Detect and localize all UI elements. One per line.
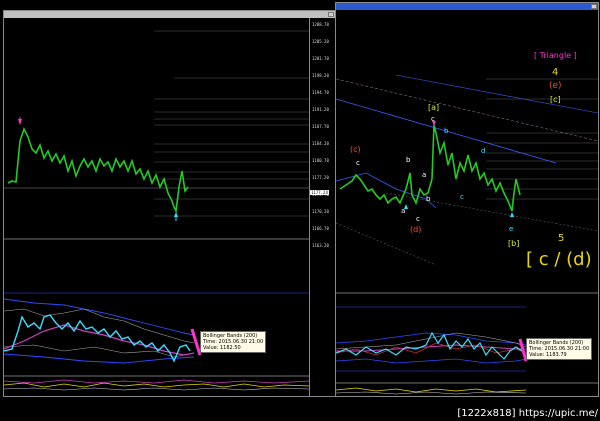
wave-4-label: 4 xyxy=(552,67,559,78)
wave-label: d xyxy=(481,147,486,155)
cyan-arrow-icon xyxy=(510,212,514,217)
price-label: 1191.20 xyxy=(312,107,329,112)
wave-label: e xyxy=(509,225,514,233)
wave-label: a xyxy=(422,171,427,179)
wave-c-bracket-label: [c] xyxy=(550,95,561,104)
left-price-scale[interactable]: 1208.70 1205.20 1201.70 1198.20 1194.70 … xyxy=(309,18,334,396)
wave-label: b xyxy=(406,156,411,164)
wave-label: c xyxy=(431,115,435,123)
price-label: 1170.20 xyxy=(312,209,329,214)
wave-label: a xyxy=(401,207,406,215)
current-price-tag: 1177.24 xyxy=(310,190,329,195)
price-label: 1201.70 xyxy=(312,56,329,61)
image-credit: [1222x818] https://upic.me/ xyxy=(457,408,598,419)
wave-c-paren-label: (c) xyxy=(350,145,361,154)
close-icon[interactable] xyxy=(328,12,334,17)
price-label: 1198.20 xyxy=(312,73,329,78)
wave-label: c xyxy=(356,159,360,167)
price-label: 1184.20 xyxy=(312,141,329,146)
price-label: 1208.70 xyxy=(312,22,329,27)
wave-label: c xyxy=(416,215,420,223)
magenta-marker-icon xyxy=(190,328,202,356)
tooltip-line: Value: 1182.50 xyxy=(203,345,241,351)
fib-levels xyxy=(486,78,598,200)
price-label: 1205.20 xyxy=(312,39,329,44)
price-label: 1166.70 xyxy=(312,226,329,231)
price-label: 1194.70 xyxy=(312,90,329,95)
price-label: 1180.70 xyxy=(312,158,329,163)
oscillator-pane xyxy=(4,379,309,391)
bollinger-pane xyxy=(336,306,528,372)
tooltip-line: Value: 1183.79 xyxy=(529,352,567,358)
price-series xyxy=(7,126,189,214)
left-chart-window[interactable]: 1208.70 1205.20 1201.70 1198.20 1194.70 … xyxy=(3,10,336,397)
right-chart-window[interactable]: [ Triangle ] 4 (e) [c] [a] (c) (d) [b] 5… xyxy=(335,2,599,397)
wave-label: b xyxy=(444,127,449,135)
wave-5-label: 5 xyxy=(558,233,565,244)
price-label: 1177.20 xyxy=(312,175,329,180)
right-bollinger-tooltip: Bollinger Bands (200) Time: 2015.06.30 2… xyxy=(526,338,593,360)
wave-label: c xyxy=(460,193,464,201)
wave-d-paren-label: (d) xyxy=(410,225,422,234)
left-bollinger-tooltip: Bollinger Bands (200) Time: 2015.06.30 2… xyxy=(200,331,267,353)
price-label: 1187.70 xyxy=(312,124,329,129)
wave-e-paren-label: (e) xyxy=(549,81,562,91)
wave-label: b xyxy=(426,195,431,203)
price-label: 1163.20 xyxy=(312,243,329,248)
trendline-upper-2 xyxy=(395,74,598,114)
wave-b-bracket-label: [b] xyxy=(508,239,520,248)
triangle-label: [ Triangle ] xyxy=(534,51,577,60)
oscillator-pane xyxy=(336,387,527,395)
wave-big-label: [ c / (d) xyxy=(526,249,592,270)
wave-a-bracket-label: [a] xyxy=(428,103,440,112)
